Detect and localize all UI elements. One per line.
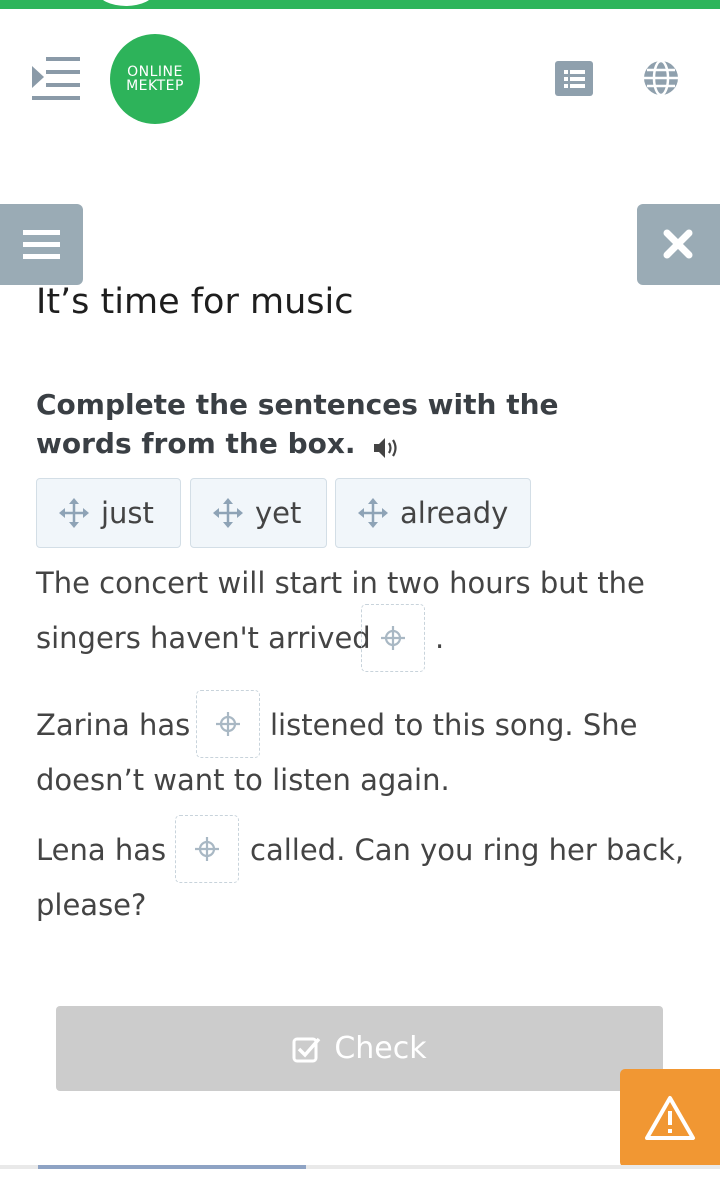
report-issue-button[interactable]: [620, 1069, 720, 1167]
logo-line1: ONLINE: [127, 64, 183, 80]
lesson-title: It’s time for music: [36, 282, 354, 322]
sentence-1-before: singers haven't arrived: [36, 621, 371, 655]
task-instruction: Complete the sentences with the words fr…: [36, 385, 656, 463]
target-icon: [381, 626, 405, 650]
close-icon: [663, 229, 693, 259]
side-menu-button[interactable]: [0, 204, 83, 285]
online-mektep-logo[interactable]: ONLINE MEKTEP: [110, 34, 200, 124]
globe-icon[interactable]: [642, 59, 680, 97]
close-button[interactable]: [637, 204, 720, 285]
drop-zone-3[interactable]: [175, 815, 239, 883]
word-chip-yet[interactable]: yet: [190, 478, 327, 548]
word-chip-just[interactable]: just: [36, 478, 181, 548]
checkbox-check-icon: [292, 1037, 321, 1062]
instruction-text: Complete the sentences with the words fr…: [36, 388, 559, 460]
sentence-2-before: Zarina has: [36, 708, 191, 742]
list-icon[interactable]: [555, 61, 593, 96]
check-button[interactable]: Check: [56, 1006, 663, 1091]
target-icon: [216, 712, 240, 736]
move-icon: [59, 498, 89, 528]
sentence-3-before: Lena has: [36, 833, 167, 867]
warning-icon: [645, 1096, 695, 1140]
sentence-1-after: .: [435, 621, 445, 655]
word-chip-label: already: [400, 496, 509, 530]
sentence-2-line2: doesn’t want to listen again.: [36, 763, 450, 797]
sentence-3-line2: please?: [36, 888, 147, 922]
speaker-icon[interactable]: [372, 432, 402, 458]
hamburger-icon: [23, 230, 60, 259]
sentence-2-after: listened to this song. She: [270, 708, 638, 742]
move-icon: [358, 498, 388, 528]
logo-line2: MEKTEP: [126, 78, 184, 94]
target-icon: [195, 837, 219, 861]
drop-zone-1[interactable]: [361, 604, 425, 672]
word-chip-label: just: [101, 496, 154, 530]
bottom-tab-indicator: [38, 1165, 306, 1169]
sentence-1-line1: The concert will start in two hours but …: [36, 566, 645, 600]
move-icon: [213, 498, 243, 528]
sentence-3-after: called. Can you ring her back,: [250, 833, 685, 867]
drop-zone-2[interactable]: [196, 690, 260, 758]
word-chip-already[interactable]: already: [335, 478, 531, 548]
menu-indent-icon[interactable]: [30, 56, 82, 104]
word-chip-label: yet: [255, 496, 302, 530]
check-label: Check: [334, 1031, 427, 1066]
